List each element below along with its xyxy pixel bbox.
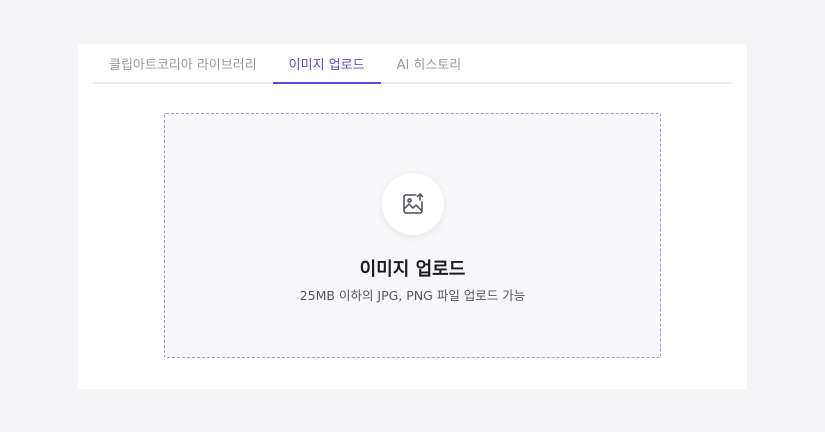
upload-icon-circle [382,173,444,235]
upload-title: 이미지 업로드 [359,259,466,280]
upload-dropzone[interactable]: 이미지 업로드 25MB 이하의 JPG, PNG 파일 업로드 가능 [164,113,661,358]
upload-panel: 클립아트코리아 라이브러리 이미지 업로드 AI 히스토리 이미지 업로드 25… [78,44,747,389]
tab-image-upload[interactable]: 이미지 업로드 [272,44,381,84]
tab-bar: 클립아트코리아 라이브러리 이미지 업로드 AI 히스토리 [93,44,732,84]
tab-clipart-library[interactable]: 클립아트코리아 라이브러리 [93,44,273,82]
tab-ai-history[interactable]: AI 히스토리 [381,44,478,82]
upload-description: 25MB 이하의 JPG, PNG 파일 업로드 가능 [299,288,526,303]
image-upload-icon [403,193,424,214]
